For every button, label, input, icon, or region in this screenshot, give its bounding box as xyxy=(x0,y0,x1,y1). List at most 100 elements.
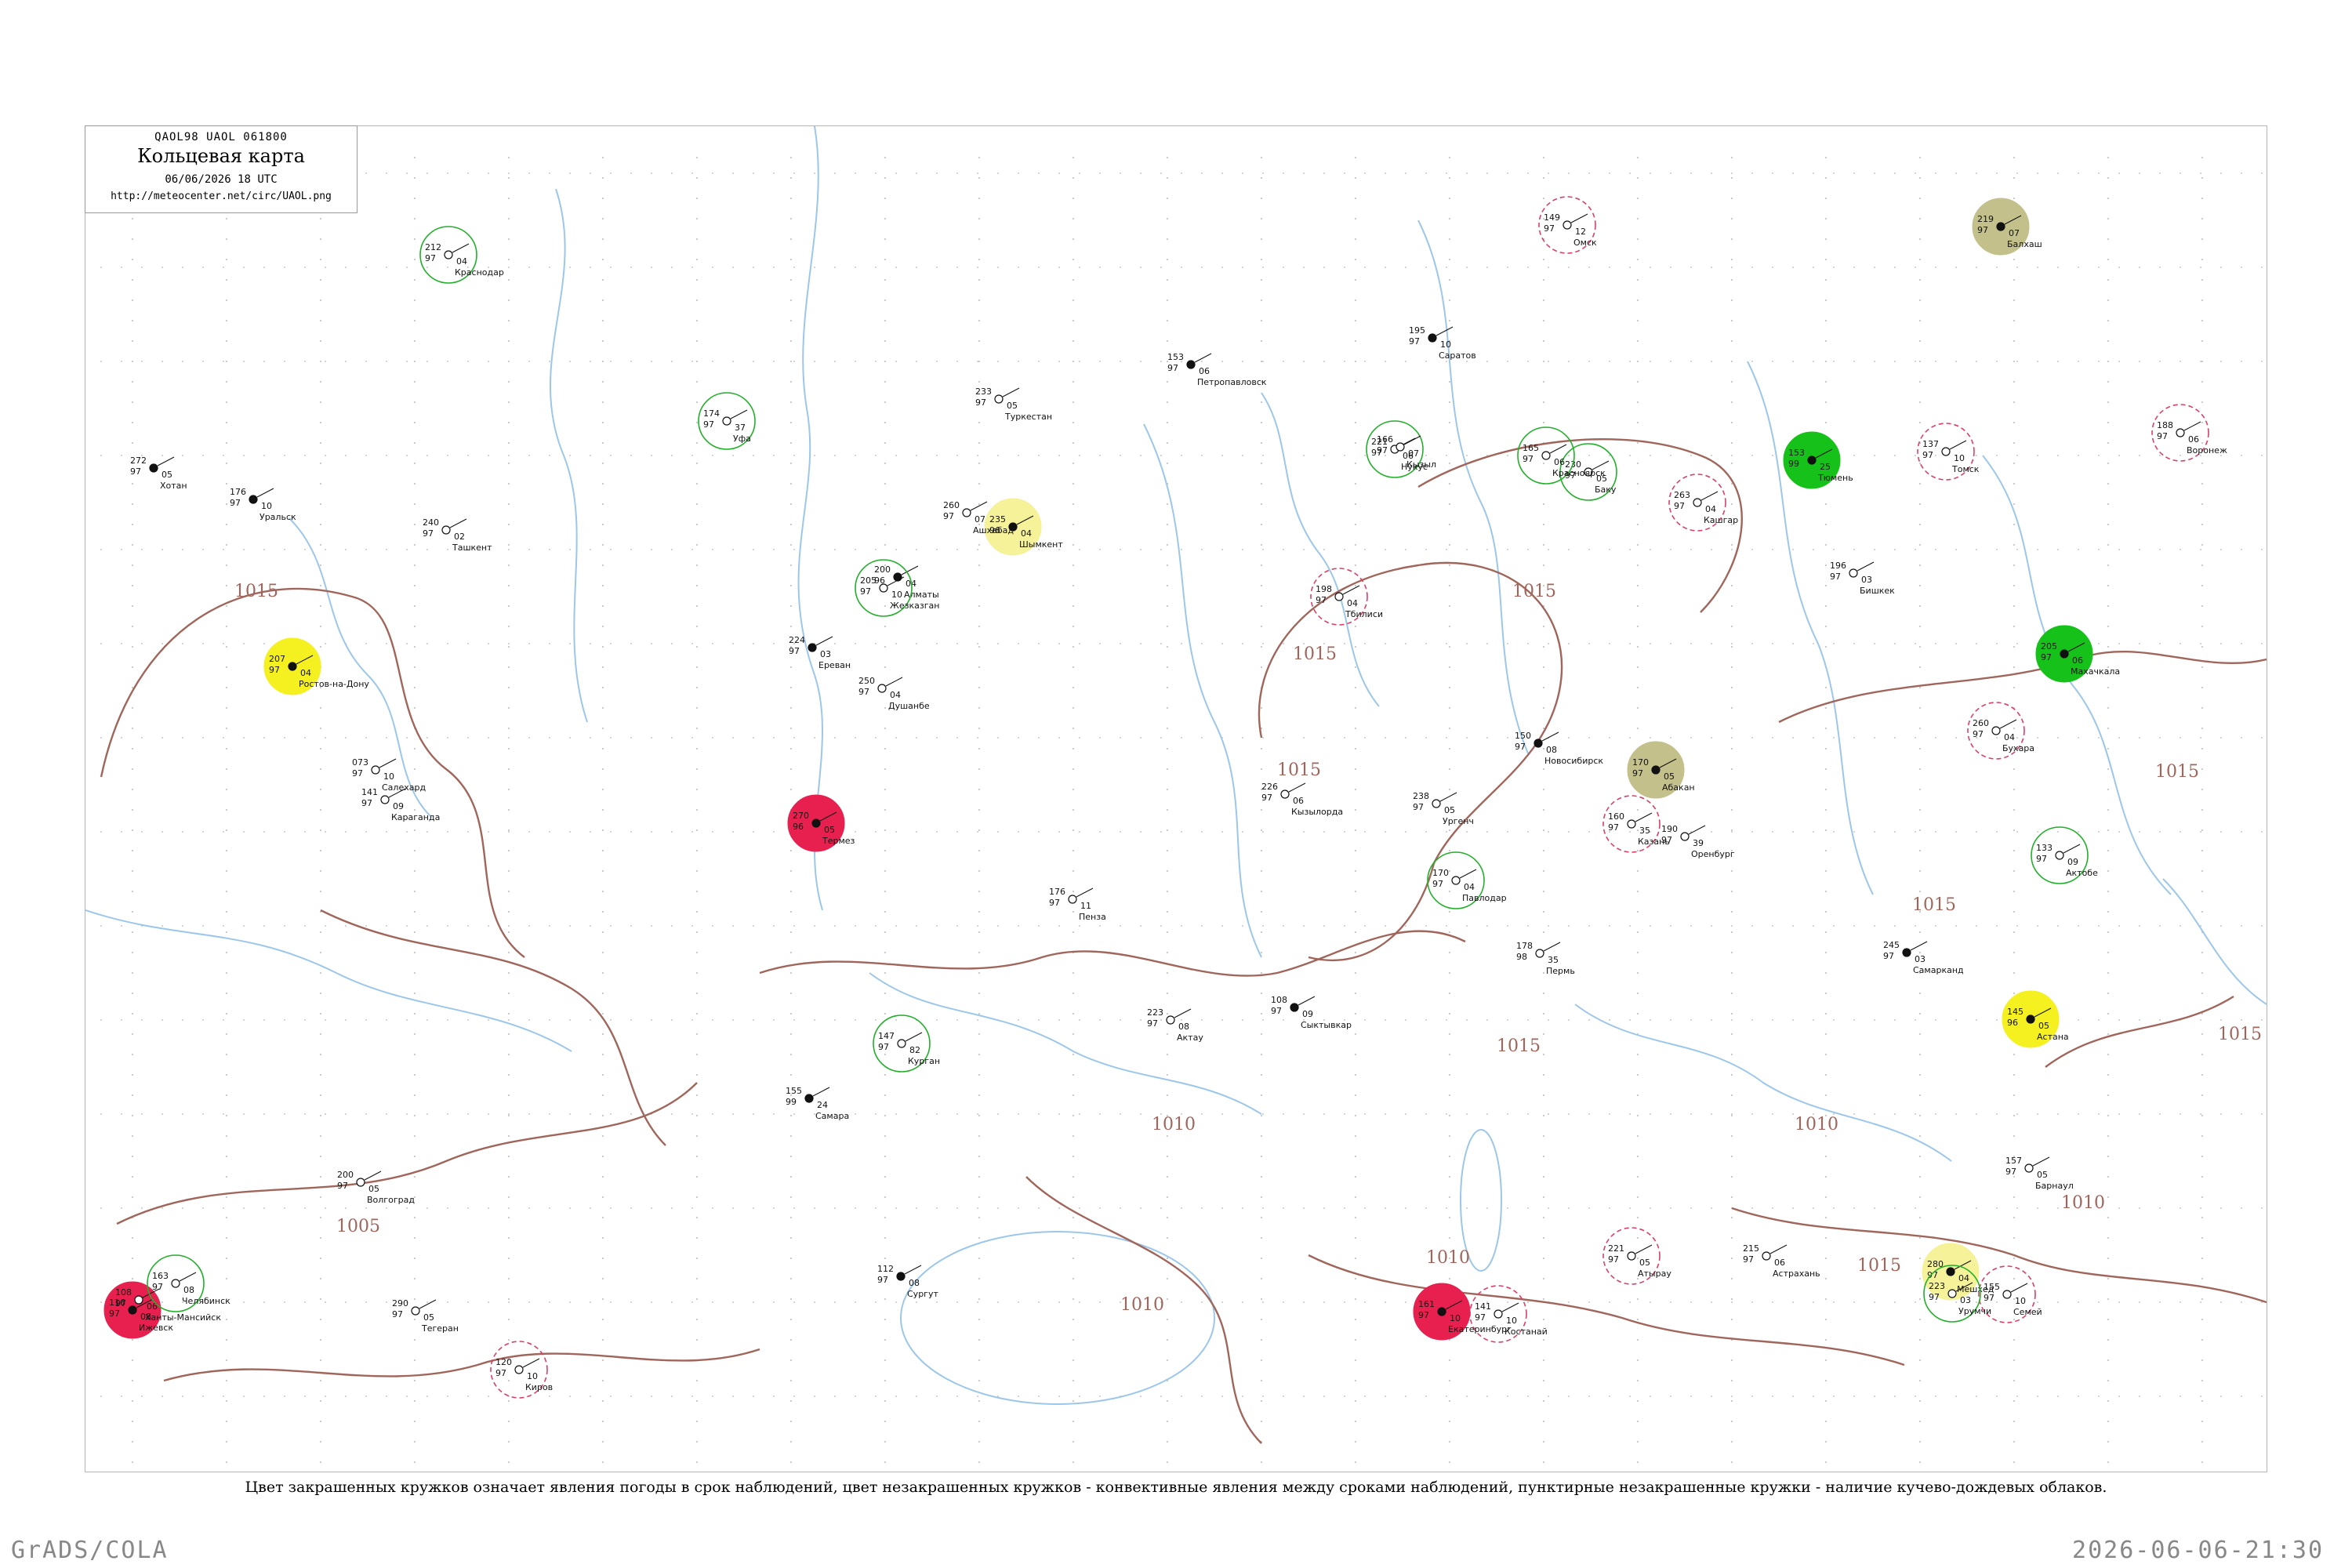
cloud-cover-symbol xyxy=(1432,799,1441,808)
wind-barb xyxy=(157,456,175,466)
cloud-cover-symbol xyxy=(808,643,817,652)
cloud-cover-symbol xyxy=(356,1178,365,1187)
station-temperature: 198 xyxy=(1316,584,1332,594)
station-plot: 17097 04Павлодар xyxy=(1427,851,1507,909)
wind-barb xyxy=(970,501,988,511)
cloud-cover-symbol xyxy=(994,394,1004,404)
station-plot: 21997 07Балхаш xyxy=(1972,198,2042,256)
cloud-cover-symbol xyxy=(897,1039,906,1048)
wind-barb xyxy=(364,1171,382,1181)
station-plot: 24597 03Самарканд xyxy=(1883,940,1964,975)
station-name: Уфа xyxy=(733,434,751,444)
station-name: Астрахань xyxy=(1773,1269,1820,1279)
cloud-cover-symbol xyxy=(171,1279,180,1288)
station-visibility: 04 xyxy=(456,256,467,267)
station-temperature: 272 xyxy=(130,456,147,466)
station-temperature: 176 xyxy=(1049,887,1065,897)
station-plot: 19097 39Оренбург xyxy=(1661,824,1735,859)
cloud-cover-symbol xyxy=(2024,1163,2034,1173)
station-temperature: 290 xyxy=(392,1298,408,1308)
station-visibility: 05 xyxy=(162,470,172,480)
station-temperature: 200 xyxy=(874,564,891,575)
station-plot: 26097 04Бухара xyxy=(1967,702,2034,760)
cloud-cover-symbol xyxy=(893,572,902,582)
station-plot: 15797 05Барнаул xyxy=(2005,1156,2074,1191)
station-name: Урумчи xyxy=(1958,1306,1991,1316)
station-name: Самара xyxy=(815,1111,849,1121)
cloud-cover-symbol xyxy=(1941,447,1951,456)
station-pressure: 97 xyxy=(130,466,141,477)
station-plot: 15599 24Самара xyxy=(786,1086,849,1121)
station-name: Краснодар xyxy=(455,267,504,278)
station-temperature: 112 xyxy=(877,1264,894,1274)
station-visibility: 10 xyxy=(1440,339,1451,350)
station-visibility: 04 xyxy=(300,668,311,678)
station-pressure: 97 xyxy=(858,687,869,697)
station-visibility: 04 xyxy=(1347,598,1358,608)
footer-timestamp: 2026-06-06-21:30 xyxy=(2072,1537,2324,1564)
wind-barb xyxy=(905,1032,923,1042)
station-temperature: 108 xyxy=(115,1287,132,1298)
station-name: Пенза xyxy=(1079,912,1106,922)
map-title: Кольцевая карта xyxy=(137,145,305,167)
wind-barb xyxy=(1543,942,1561,952)
station-visibility: 08 xyxy=(1546,745,1557,755)
station-visibility: 07 xyxy=(2009,228,2020,238)
station-name: Шымкент xyxy=(1019,539,1063,550)
station-temperature: 233 xyxy=(975,387,992,397)
wind-barb xyxy=(1436,326,1454,336)
station-name: Красноярск xyxy=(1552,468,1606,478)
isobar-label: 1015 xyxy=(1857,1256,1901,1276)
cloud-cover-symbol xyxy=(380,795,390,804)
station-temperature: 153 xyxy=(1788,448,1805,458)
station-pressure: 97 xyxy=(1977,225,1988,235)
isobar-label: 1005 xyxy=(336,1217,380,1236)
station-plot: 19597 10Саратов xyxy=(1409,325,1476,361)
station-temperature: 188 xyxy=(2157,420,2173,430)
cloud-cover-symbol xyxy=(1534,739,1543,748)
cloud-cover-symbol xyxy=(1396,442,1405,452)
station-name: Атырау xyxy=(1638,1269,1671,1279)
station-pressure: 97 xyxy=(1049,898,1060,908)
wind-barb xyxy=(1549,444,1567,454)
isobar-label: 1015 xyxy=(2218,1025,2262,1044)
bulletin-codes: QAOL98 UAOL 061800 xyxy=(154,131,288,143)
station-temperature: 153 xyxy=(1167,352,1184,362)
station-visibility: 39 xyxy=(1693,838,1704,848)
station-temperature: 221 xyxy=(1608,1243,1624,1254)
cloud-cover-symbol xyxy=(877,684,887,693)
cloud-cover-symbol xyxy=(1535,949,1544,958)
cloud-cover-symbol xyxy=(249,495,258,504)
station-pressure: 97 xyxy=(352,768,363,779)
station-visibility: 04 xyxy=(1464,882,1475,892)
station-plot: 22197 05Атырау xyxy=(1602,1227,1671,1285)
station-name: Саратов xyxy=(1439,350,1476,361)
isobar-label: 1015 xyxy=(1277,760,1321,780)
station-pressure: 97 xyxy=(1973,729,1984,739)
station-plot: 22397 08Актау xyxy=(1147,1007,1203,1043)
station-pressure: 97 xyxy=(423,528,434,539)
station-visibility: 35 xyxy=(1548,955,1559,965)
station-temperature: 178 xyxy=(1516,941,1533,951)
cloud-cover-symbol xyxy=(149,463,158,473)
station-name: Уральск xyxy=(260,512,296,522)
station-visibility: 05 xyxy=(368,1184,379,1194)
station-plot: 21297 04Краснодар xyxy=(419,226,504,284)
station-plot: 17497 37Уфа xyxy=(698,392,756,450)
cloud-cover-symbol xyxy=(2026,1014,2035,1024)
station-name: Бухара xyxy=(2002,743,2034,753)
wind-barb xyxy=(1910,941,1928,951)
wind-barb xyxy=(901,565,919,575)
station-pressure: 97 xyxy=(1661,835,1672,845)
station-visibility: 08 xyxy=(1178,1022,1189,1032)
wind-barb xyxy=(256,488,274,498)
wind-barb xyxy=(452,243,470,253)
station-name: Термез xyxy=(822,836,855,846)
station-name: Жезказган xyxy=(890,601,939,611)
station-temperature: 133 xyxy=(2036,843,2053,853)
station-plot: 14997 12Омск xyxy=(1538,196,1597,254)
cloud-cover-symbol xyxy=(1680,832,1690,841)
station-visibility: 05 xyxy=(1639,1258,1650,1268)
station-temperature: 212 xyxy=(425,242,441,252)
station-plot: 17898 35Пермь xyxy=(1516,941,1575,976)
